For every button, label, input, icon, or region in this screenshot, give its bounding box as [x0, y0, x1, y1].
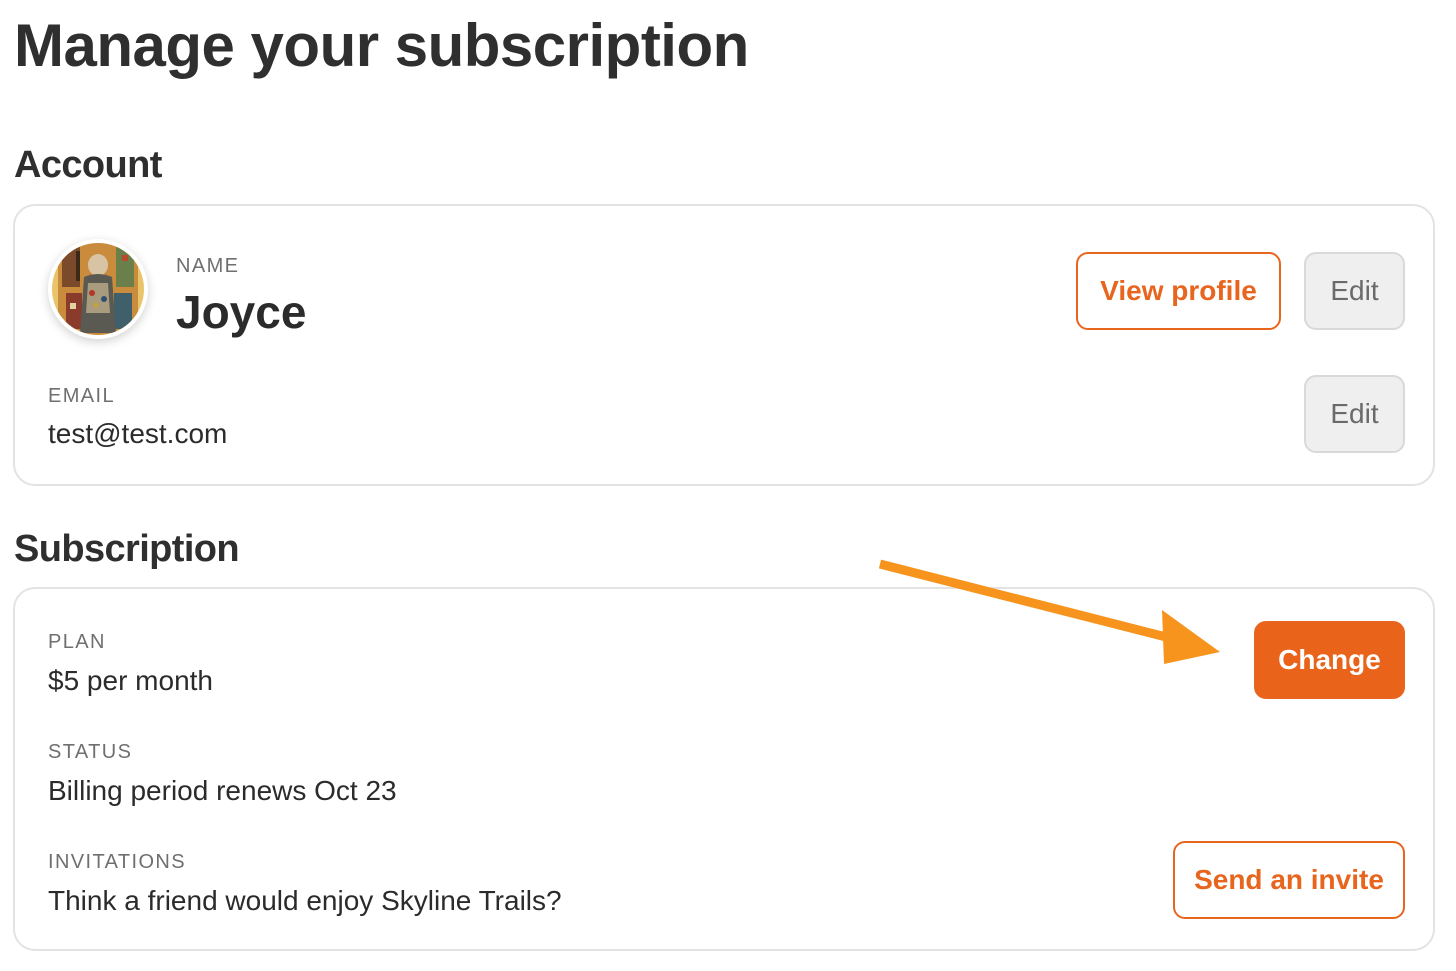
- subscription-heading: Subscription: [14, 528, 240, 570]
- invitations-label: INVITATIONS: [48, 851, 186, 873]
- plan-label: PLAN: [48, 631, 106, 653]
- status-value: Billing period renews Oct 23: [48, 775, 397, 806]
- account-heading: Account: [14, 144, 162, 186]
- avatar[interactable]: [48, 239, 148, 339]
- view-profile-button[interactable]: View profile: [1076, 252, 1281, 330]
- status-label: STATUS: [48, 741, 133, 763]
- change-plan-button[interactable]: Change: [1254, 621, 1405, 699]
- avatar-image: [52, 243, 144, 335]
- plan-value: $5 per month: [48, 665, 213, 696]
- email-label: EMAIL: [48, 385, 116, 407]
- email-value: test@test.com: [48, 418, 228, 449]
- name-label: NAME: [176, 255, 240, 277]
- invitations-value: Think a friend would enjoy Skyline Trail…: [48, 885, 562, 916]
- arrow-annotation-icon: [878, 559, 1220, 664]
- edit-email-button[interactable]: Edit: [1304, 375, 1405, 453]
- send-invite-button[interactable]: Send an invite: [1173, 841, 1405, 919]
- edit-name-button[interactable]: Edit: [1304, 252, 1405, 330]
- account-card: NAME Joyce View profile Edit EMAIL test@…: [13, 204, 1435, 486]
- name-value: Joyce: [176, 286, 307, 338]
- page-title: Manage your subscription: [14, 12, 749, 79]
